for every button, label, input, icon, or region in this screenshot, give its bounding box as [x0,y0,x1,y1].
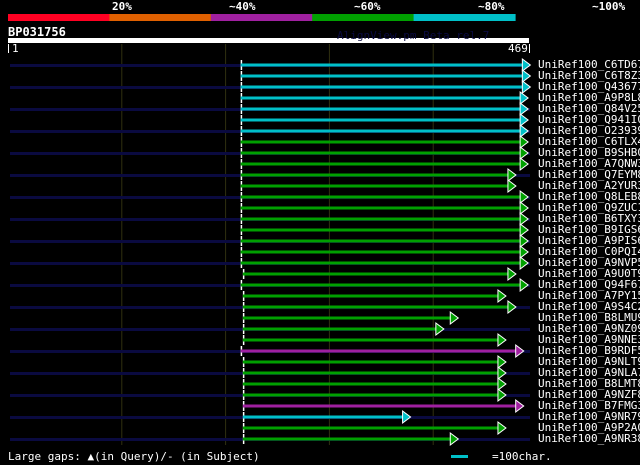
hit-bar [240,206,521,210]
scale-legend: =100char. [492,450,552,463]
hit-arrow [497,355,507,369]
version-text: AlignView.pm Beta rel.7 [337,29,490,42]
hit-arrow [519,245,529,259]
hit-arrow [497,333,507,347]
hit-bar [242,305,508,309]
scale-label: ~40% [229,0,256,13]
hit-arrow [519,135,529,149]
hit-arrow [402,410,412,424]
hit-arrow [507,267,517,281]
hit-arrow [519,201,529,215]
hit-bar [240,96,521,100]
hit-bar [240,250,521,254]
hit-bar [240,261,521,265]
hit-arrow [507,179,517,193]
hit-bar [242,415,403,419]
hit-bar [240,74,523,78]
hit-arrow [515,399,525,413]
hit-arrow [521,69,532,83]
hit-bar [242,371,498,375]
tick [8,44,9,53]
hit-arrow [521,80,532,94]
legend-bar [451,455,468,458]
hit-arrow [519,278,529,292]
hit-bar [240,239,521,243]
hit-bar [240,184,508,188]
hit-bar [240,63,523,67]
hit-arrow [497,388,507,402]
hit-bar [240,228,521,232]
query-start: 1 [12,42,19,55]
hit-bar [240,129,521,133]
query-end: 469 [508,42,528,55]
hit-bar [240,217,521,221]
hit-bar [240,107,521,111]
hit-arrow [519,190,529,204]
hit-bar [242,426,498,430]
hit-arrow [519,212,529,226]
hit-arrow [519,256,529,270]
hit-arrow [507,300,517,314]
hit-bar [240,173,508,177]
hit-arrow [519,223,529,237]
scale-label: ~100% [592,0,626,13]
hit-bar [240,162,521,166]
hit-bar [242,294,498,298]
scale-segment [413,14,516,21]
hit-label[interactable]: UniRef100_A9NR38 [538,433,640,445]
hit-arrow [519,102,529,116]
scale-segment [109,14,212,21]
hit-arrow [521,58,532,72]
hit-arrow [519,124,529,138]
hit-arrow [497,289,507,303]
hit-bar [242,327,436,331]
hit-arrow [497,366,507,380]
hit-bar [242,316,451,320]
hit-bar [240,140,521,144]
hit-arrow [519,157,529,171]
hit-arrow [519,234,529,248]
scale-label: ~60% [354,0,381,13]
query-name: BP031756 [8,25,66,39]
scale-label: 20% [112,0,132,13]
hit-bar [242,393,498,397]
scale-segment [312,14,415,21]
hit-bar [242,338,498,342]
alignment-view: 20% ~40% ~60% ~80% ~100% BP031756 AlignV… [0,0,640,465]
hit-bar [242,272,508,276]
tick [529,44,530,53]
hit-arrow [449,432,460,446]
hit-bar [242,437,451,441]
hit-arrow [507,168,517,182]
scale-label: ~80% [478,0,505,13]
hit-bar [240,85,523,89]
hit-arrow [519,146,529,160]
hit-bar [240,195,521,199]
hit-arrow [449,311,460,325]
hit-arrow [519,91,529,105]
hit-arrow [497,377,507,391]
scale-segment [8,14,110,21]
hit-bar [240,118,521,122]
hit-arrow [519,113,529,127]
hit-bar [240,151,521,155]
hit-arrow [497,421,507,435]
scale-segment [210,14,313,21]
hit-bar [240,349,516,353]
hit-bar [242,360,498,364]
gaps-legend: Large gaps: ▲(in Query)/- (in Subject) [8,450,260,463]
hit-arrow [515,344,525,358]
hit-bar [242,382,498,386]
hit-bar [242,404,516,408]
hit-bar [240,283,521,287]
hit-arrow [435,322,445,336]
